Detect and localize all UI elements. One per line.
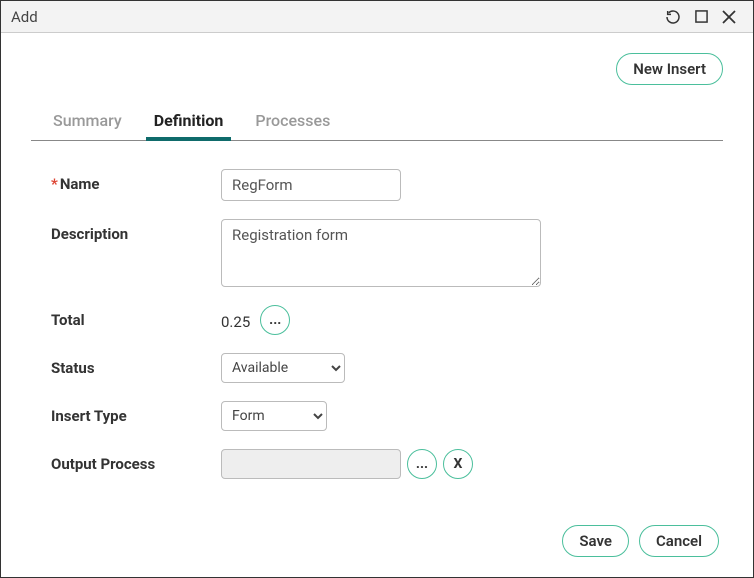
new-insert-button[interactable]: New Insert <box>616 53 723 85</box>
maximize-icon[interactable] <box>687 3 715 31</box>
description-input[interactable]: Registration form <box>221 219 541 287</box>
status-label: Status <box>51 353 221 377</box>
tab-definition[interactable]: Definition <box>152 105 226 140</box>
status-select[interactable]: Available <box>221 353 345 383</box>
row-output-process: Output Process ... X <box>51 449 713 479</box>
output-process-browse-button[interactable]: ... <box>407 449 437 479</box>
output-process-clear-button[interactable]: X <box>443 449 473 479</box>
row-insert-type: Insert Type Form <box>51 401 713 431</box>
content-area: New Insert Summary Definition Processes … <box>1 33 753 577</box>
output-process-input <box>221 449 401 479</box>
insert-type-select[interactable]: Form <box>221 401 327 431</box>
total-value: 0.25 <box>221 309 254 331</box>
row-status: Status Available <box>51 353 713 383</box>
name-label: *Name <box>51 169 221 193</box>
tab-processes[interactable]: Processes <box>253 105 332 140</box>
footer-actions: Save Cancel <box>31 525 723 557</box>
definition-form: *Name Description Registration form Tota… <box>31 141 723 507</box>
refresh-icon[interactable] <box>659 3 687 31</box>
insert-type-label: Insert Type <box>51 401 221 425</box>
output-process-label: Output Process <box>51 449 221 473</box>
tab-summary[interactable]: Summary <box>51 105 124 140</box>
top-actions: New Insert <box>31 53 723 85</box>
window-title: Add <box>11 8 659 26</box>
save-button[interactable]: Save <box>562 525 629 557</box>
add-dialog: Add New Insert Summary Definition P <box>0 0 754 578</box>
total-label: Total <box>51 305 221 329</box>
row-total: Total 0.25 ... <box>51 305 713 335</box>
tabs: Summary Definition Processes <box>31 105 723 141</box>
titlebar: Add <box>1 1 753 33</box>
description-label: Description <box>51 219 221 243</box>
row-name: *Name <box>51 169 713 201</box>
row-description: Description Registration form <box>51 219 713 287</box>
cancel-button[interactable]: Cancel <box>639 525 719 557</box>
name-input[interactable] <box>221 169 401 201</box>
close-icon[interactable] <box>715 3 743 31</box>
total-edit-button[interactable]: ... <box>260 305 290 335</box>
required-indicator: * <box>51 175 58 193</box>
